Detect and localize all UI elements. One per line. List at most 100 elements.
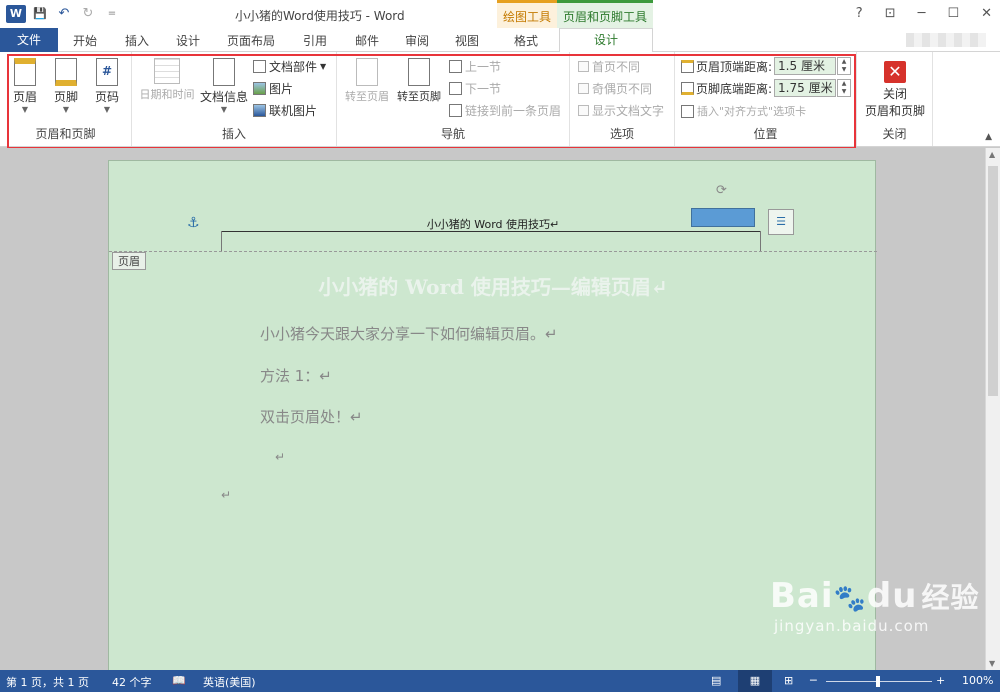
- quick-parts-button[interactable]: 文档部件 ▼: [253, 58, 326, 75]
- close-icon[interactable]: ✕: [981, 6, 992, 21]
- doc-info-button[interactable]: 文档信息 ▼: [200, 58, 248, 115]
- spinner-arrows-icon[interactable]: ▲ ▼: [837, 79, 852, 97]
- vertical-scrollbar[interactable]: ▲ ▼: [985, 148, 1000, 670]
- page-number-button[interactable]: # 页码 ▼: [87, 58, 127, 115]
- tab-references[interactable]: 引用: [303, 32, 327, 49]
- tab-page-layout[interactable]: 页面布局: [227, 32, 275, 49]
- layout-options-icon[interactable]: ☰: [768, 209, 794, 235]
- watermark-cn: 经验: [921, 581, 980, 614]
- previous-section-button[interactable]: 上一节: [449, 58, 501, 75]
- save-icon[interactable]: 💾: [30, 5, 50, 23]
- page-count[interactable]: 第 1 页，共 1 页: [6, 674, 89, 690]
- goto-footer-button[interactable]: 转至页脚: [393, 58, 445, 104]
- undo-icon[interactable]: ↶: [54, 5, 74, 23]
- footer-icon: [55, 58, 77, 86]
- different-first-page-checkbox[interactable]: 首页不同: [578, 58, 640, 75]
- tab-hf-design[interactable]: 设计: [559, 28, 653, 53]
- zoom-out-icon[interactable]: ─: [810, 674, 817, 687]
- close-header-footer-button[interactable]: ✕ 关闭 页眉和页脚: [863, 61, 927, 119]
- group-label: 位置: [753, 127, 778, 141]
- checkbox-icon: [578, 61, 589, 72]
- group-header-footer: 页眉 ▼ 页脚 ▼ # 页码 ▼ 页眉和页脚: [0, 52, 132, 146]
- header-separator: [109, 251, 877, 252]
- online-picture-button[interactable]: 联机图片: [253, 102, 317, 119]
- date-time-label: 日期和时间: [139, 88, 195, 101]
- spinner-arrows-icon[interactable]: ▲ ▼: [837, 57, 852, 75]
- tab-mailings[interactable]: 邮件: [355, 32, 379, 49]
- minimize-icon[interactable]: ─: [918, 6, 926, 21]
- scroll-up-icon[interactable]: ▲: [989, 150, 995, 159]
- tab-file[interactable]: 文件: [0, 28, 58, 52]
- document-page[interactable]: ⚓ 小小猪的 Word 使用技巧↵ ⟳ ☰ 页眉 小小猪的 Word 使用技巧—…: [108, 160, 877, 680]
- previous-label: 上一节: [465, 60, 502, 74]
- page-number-icon: #: [96, 58, 118, 86]
- tab-design[interactable]: 设计: [176, 32, 200, 49]
- online-picture-icon: [253, 104, 266, 117]
- goto-header-button[interactable]: 转至页眉: [342, 58, 392, 104]
- chevron-down-icon: ▼: [103, 105, 111, 114]
- group-label: 页眉和页脚: [35, 127, 96, 141]
- collapse-ribbon-icon[interactable]: ▲: [985, 132, 992, 142]
- tab-review[interactable]: 审阅: [405, 32, 429, 49]
- paragraph-2: 方法 1：↵: [260, 367, 332, 385]
- zoom-in-icon[interactable]: +: [936, 674, 945, 687]
- user-account[interactable]: [906, 33, 986, 47]
- help-icon[interactable]: ?: [856, 6, 863, 21]
- ribbon-display-icon[interactable]: ⊡: [885, 6, 896, 21]
- tab-home[interactable]: 开始: [73, 32, 97, 49]
- watermark-url: jingyan.baidu.com: [774, 617, 930, 635]
- show-text-checkbox[interactable]: 显示文档文字: [578, 102, 664, 119]
- redo-icon[interactable]: ↻: [78, 5, 98, 23]
- link-previous-button[interactable]: 链接到前一条页眉: [449, 102, 561, 119]
- link-previous-label: 链接到前一条页眉: [465, 104, 562, 118]
- odd-even-checkbox[interactable]: 奇偶页不同: [578, 80, 652, 97]
- scroll-down-icon[interactable]: ▼: [989, 659, 995, 668]
- picture-button[interactable]: 图片: [253, 80, 293, 97]
- group-navigation: 转至页眉 转至页脚 上一节 下一节 链接到前一条页眉 导航: [337, 52, 570, 146]
- drawing-tools-label: 绘图工具: [502, 10, 551, 24]
- next-label: 下一节: [465, 82, 502, 96]
- web-layout-icon[interactable]: ⊞: [784, 674, 793, 687]
- header-button[interactable]: 页眉 ▼: [5, 58, 45, 115]
- zoom-slider-thumb[interactable]: [876, 676, 880, 687]
- date-time-button[interactable]: 日期和时间: [136, 58, 198, 102]
- ribbon: 页眉 ▼ 页脚 ▼ # 页码 ▼ 页眉和页脚 日期和时间 文档信息 ▼ 文档部件…: [0, 52, 1000, 147]
- chevron-down-icon: ▼: [220, 105, 228, 114]
- footer-button[interactable]: 页脚 ▼: [46, 58, 86, 115]
- picture-label: 图片: [269, 82, 294, 96]
- tab-format[interactable]: 格式: [514, 32, 538, 49]
- next-icon: [449, 82, 462, 95]
- word-logo-icon[interactable]: W: [6, 5, 26, 23]
- header-top-input[interactable]: 1.5 厘米 ▲ ▼: [774, 57, 852, 75]
- word-count[interactable]: 42 个字: [112, 674, 152, 690]
- maximize-icon[interactable]: ☐: [947, 6, 959, 21]
- customize-qat-icon[interactable]: =: [102, 5, 122, 23]
- header-top-value: 1.5 厘米: [778, 59, 825, 73]
- chevron-down-icon: ▼: [62, 105, 70, 114]
- next-section-button[interactable]: 下一节: [449, 80, 501, 97]
- header-text[interactable]: 小小猪的 Word 使用技巧↵: [109, 216, 877, 232]
- baidu-watermark: Bai🐾du 经验 jingyan.baidu.com: [770, 578, 979, 635]
- selected-shape[interactable]: [691, 208, 755, 227]
- language[interactable]: 英语(美国): [203, 674, 256, 690]
- header-line-left-tick: [221, 231, 222, 251]
- empty-paragraph-mark: ↵: [221, 488, 232, 502]
- rotate-handle-icon[interactable]: ⟳: [716, 183, 727, 198]
- read-mode-icon[interactable]: ▤: [711, 674, 721, 687]
- zoom-level[interactable]: 100%: [962, 674, 993, 687]
- insert-align-tab-button[interactable]: 插入"对齐方式"选项卡: [681, 103, 806, 119]
- group-label: 选项: [609, 127, 634, 141]
- scroll-thumb[interactable]: [988, 166, 998, 396]
- picture-icon: [253, 82, 266, 95]
- print-layout-icon[interactable]: ▦: [738, 670, 772, 692]
- online-picture-label: 联机图片: [269, 104, 318, 118]
- zoom-slider[interactable]: [826, 676, 932, 687]
- footer-bottom-input[interactable]: 1.75 厘米 ▲ ▼: [774, 79, 852, 97]
- align-tab-icon: [681, 104, 694, 118]
- proofing-icon[interactable]: 📖: [172, 674, 186, 687]
- calendar-icon: [154, 58, 180, 84]
- goto-footer-label: 转至页脚: [397, 90, 441, 103]
- chevron-down-icon: ▼: [21, 105, 29, 114]
- tab-insert[interactable]: 插入: [125, 32, 149, 49]
- tab-view[interactable]: 视图: [455, 32, 479, 49]
